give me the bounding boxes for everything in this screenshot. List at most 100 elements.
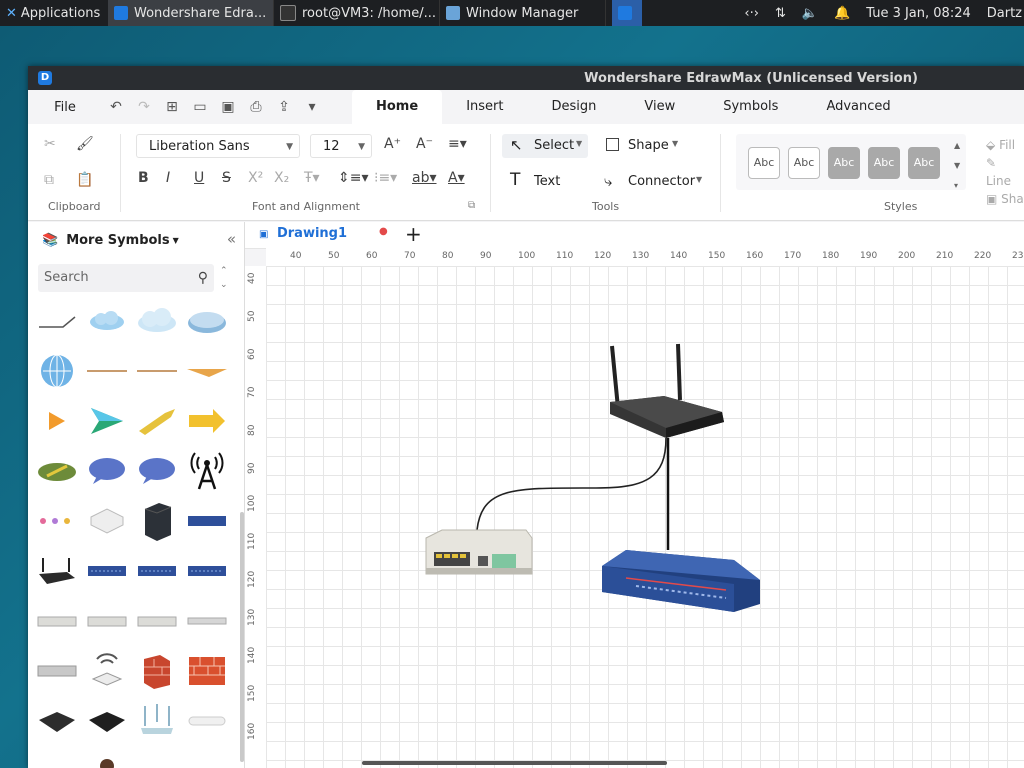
curved-connector[interactable] xyxy=(476,437,667,531)
tab-home[interactable]: Home xyxy=(352,90,443,124)
symbol-patch-panel[interactable] xyxy=(184,598,230,644)
symbol-ap-antennas[interactable] xyxy=(134,698,180,744)
symbol-access-point-white[interactable] xyxy=(84,498,130,544)
new-icon[interactable]: ⊞ xyxy=(158,99,186,115)
cut-icon[interactable]: ✂ xyxy=(44,136,56,152)
title-bar[interactable]: D Wondershare EdrawMax (Unlicensed Versi… xyxy=(28,66,1024,90)
symbol-firewall-3d[interactable] xyxy=(134,648,180,694)
tab-advanced[interactable]: Advanced xyxy=(802,90,914,124)
styles-scroll-icon[interactable]: ▲ ▼ ▾ xyxy=(954,136,960,196)
style-swatch-2[interactable]: Abc xyxy=(788,147,820,179)
symbol-server-rack[interactable] xyxy=(134,498,180,544)
symbol-lightning-link[interactable] xyxy=(184,348,230,394)
line-button[interactable]: ✎ Line xyxy=(986,154,1024,190)
symbol-person[interactable] xyxy=(84,748,130,768)
paste-icon[interactable]: 📋 xyxy=(76,172,93,188)
network-switch-shape[interactable] xyxy=(602,550,760,612)
symbol-black-box-2[interactable] xyxy=(84,698,130,744)
search-scroll-arrows[interactable]: ⌃ ⌄ xyxy=(220,264,228,292)
symbol-dots[interactable] xyxy=(34,498,80,544)
symbol-line-1[interactable] xyxy=(84,348,130,394)
task-window-manager[interactable]: Window Manager xyxy=(440,0,606,26)
canvas-horizontal-scrollbar[interactable] xyxy=(362,761,667,765)
symbol-partial-ap[interactable] xyxy=(34,748,80,768)
increase-font-icon[interactable]: A⁺ xyxy=(384,136,401,152)
new-tab-plus-icon[interactable]: + xyxy=(405,222,422,246)
open-icon[interactable]: ▭ xyxy=(186,99,214,115)
export-icon[interactable]: ⇪ xyxy=(270,99,298,115)
symbol-cloud-medium[interactable] xyxy=(134,298,180,344)
bullets-icon[interactable]: ⁝≡▾ xyxy=(374,170,397,186)
symbol-yellow-bolt[interactable] xyxy=(134,398,180,444)
shadow-button[interactable]: ▣ Sha xyxy=(986,190,1024,208)
shape-tool-button[interactable]: Shape ▼ xyxy=(602,134,692,158)
tab-design[interactable]: Design xyxy=(527,90,620,124)
italic-icon[interactable]: I xyxy=(166,170,170,186)
symbol-switch-1[interactable] xyxy=(84,548,130,594)
wireless-router-shape[interactable] xyxy=(610,343,724,438)
tab-view[interactable]: View xyxy=(620,90,699,124)
superscript-icon[interactable]: X² xyxy=(248,170,263,186)
network-arrows-icon[interactable]: ‹·› xyxy=(744,6,759,21)
underline-icon[interactable]: U xyxy=(194,170,204,186)
fill-button[interactable]: ⬙ Fill xyxy=(986,136,1024,154)
tab-insert[interactable]: Insert xyxy=(442,90,527,124)
redo-icon[interactable]: ↷ xyxy=(130,99,158,115)
format-painter-icon[interactable]: 🖌 xyxy=(76,136,94,152)
text-tool-button[interactable]: T Text xyxy=(508,170,578,194)
symbol-search-input[interactable]: Search ⚲ xyxy=(38,264,214,292)
symbol-antenna-tower[interactable] xyxy=(184,448,230,494)
user-menu[interactable]: Dartz xyxy=(987,6,1022,21)
search-icon[interactable]: ⚲ xyxy=(198,264,208,292)
select-tool-button[interactable]: ↖ Select ▼ xyxy=(502,134,588,158)
symbol-modem-2[interactable] xyxy=(84,598,130,644)
symbol-switch-3[interactable] xyxy=(184,548,230,594)
task-terminal[interactable]: root@VM3: /home/... xyxy=(274,0,440,26)
applications-menu[interactable]: ✕ Applications xyxy=(0,0,108,26)
symbol-yellow-arrow[interactable] xyxy=(184,398,230,444)
symbol-panel-scrollbar[interactable] xyxy=(240,512,244,762)
tab-drawing1[interactable]: ▣ Drawing1 xyxy=(259,226,347,241)
symbol-cloud-3d[interactable] xyxy=(184,298,230,344)
symbol-line-2[interactable] xyxy=(134,348,180,394)
style-swatch-1[interactable]: Abc xyxy=(748,147,780,179)
symbol-router-black[interactable] xyxy=(34,548,80,594)
style-swatch-3[interactable]: Abc xyxy=(828,147,860,179)
save-icon[interactable]: ▣ xyxy=(214,99,242,115)
text-case-icon[interactable]: Ŧ▾ xyxy=(304,170,320,186)
volume-muted-icon[interactable]: 🔈 xyxy=(802,6,818,21)
symbol-modem-1[interactable] xyxy=(34,598,80,644)
symbol-rack-unit[interactable] xyxy=(34,648,80,694)
workspace-edraw-button[interactable] xyxy=(612,0,642,26)
drawing-canvas[interactable] xyxy=(266,266,1024,768)
file-menu[interactable]: File xyxy=(28,100,102,115)
notification-bell-icon[interactable]: 🔔 xyxy=(834,6,850,21)
symbol-black-box-1[interactable] xyxy=(34,698,80,744)
font-color-icon[interactable]: A▾ xyxy=(448,170,465,186)
undo-icon[interactable]: ↶ xyxy=(102,99,130,115)
subscript-icon[interactable]: X₂ xyxy=(274,170,289,186)
bold-icon[interactable]: B xyxy=(138,170,149,186)
symbol-cloud-small[interactable] xyxy=(84,298,130,344)
symbol-globe[interactable] xyxy=(34,348,80,394)
style-swatch-4[interactable]: Abc xyxy=(868,147,900,179)
symbol-disc-hub[interactable] xyxy=(34,448,80,494)
font-name-select[interactable]: Liberation Sans ▼ xyxy=(136,134,300,158)
symbol-orange-arrow[interactable] xyxy=(34,398,80,444)
more-symbols-header[interactable]: 📚 More Symbols ▼ « xyxy=(28,222,244,258)
connector-tool-button[interactable]: ⤷ Connector ▼ xyxy=(602,170,712,194)
symbol-switch-blue[interactable] xyxy=(184,498,230,544)
tab-symbols[interactable]: Symbols xyxy=(699,90,802,124)
symbol-speech-bubble-1[interactable] xyxy=(84,448,130,494)
symbol-modem-3[interactable] xyxy=(134,598,180,644)
gateway-device-shape[interactable] xyxy=(425,529,533,575)
customize-icon[interactable]: ▾ xyxy=(298,99,326,115)
font-size-select[interactable]: 12 ▼ xyxy=(310,134,372,158)
collapse-panel-icon[interactable]: « xyxy=(227,230,236,248)
print-icon[interactable]: ⎙ xyxy=(242,99,270,115)
task-edrawmax[interactable]: Wondershare Edra... xyxy=(108,0,274,26)
align-icon[interactable]: ≡▾ xyxy=(448,136,467,152)
decrease-font-icon[interactable]: A⁻ xyxy=(416,136,433,152)
clock[interactable]: Tue 3 Jan, 08:24 xyxy=(866,6,971,21)
strikethrough-icon[interactable]: S xyxy=(222,170,231,186)
